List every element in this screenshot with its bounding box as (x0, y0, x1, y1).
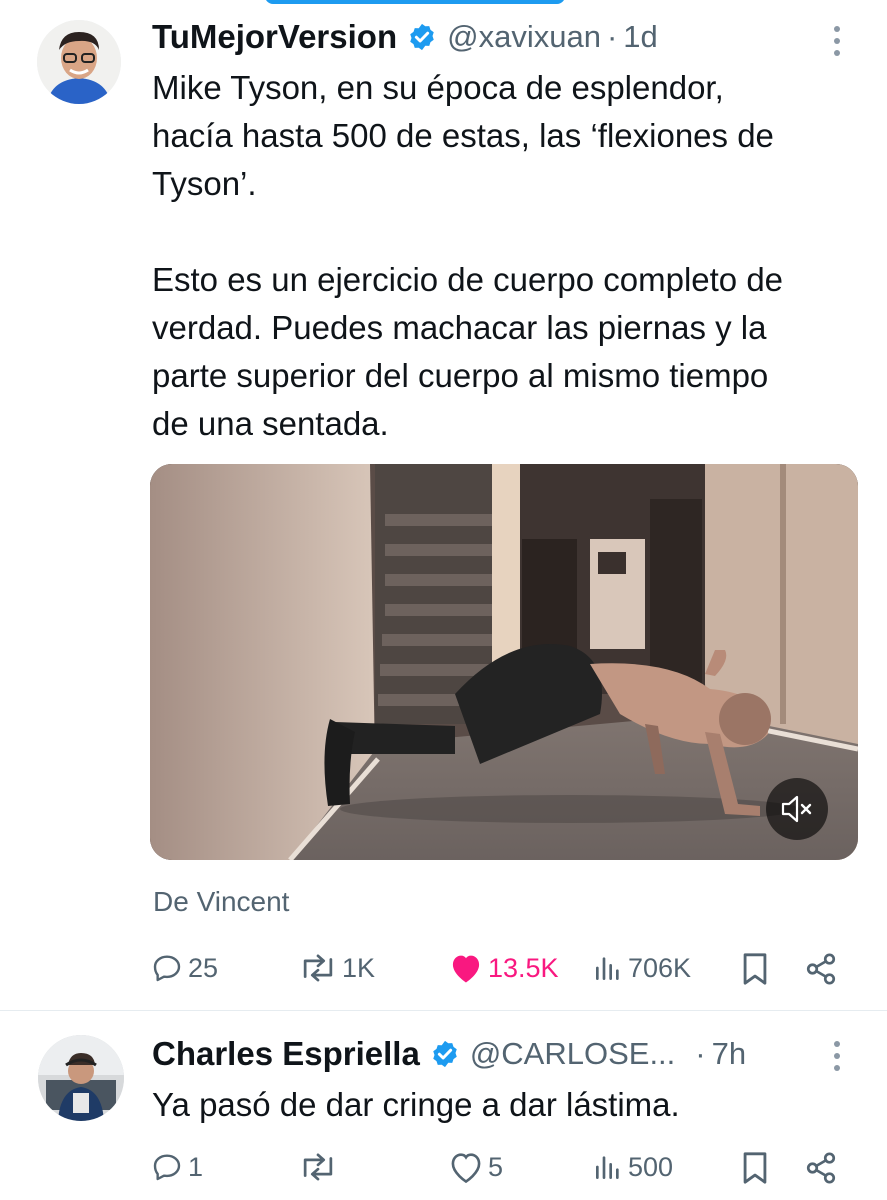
bookmark-button[interactable] (740, 1151, 770, 1185)
author-handle[interactable]: @xavixuan (447, 19, 601, 55)
repost-icon (303, 954, 333, 982)
more-options-icon[interactable] (834, 1041, 840, 1071)
repost-count: 1K (342, 952, 376, 983)
separator-dot: · (606, 19, 618, 54)
tweet-actions: 1 5 500 (0, 1151, 887, 1187)
share-icon (806, 1152, 836, 1184)
heart-icon (452, 955, 480, 983)
reply-count: 25 (188, 952, 219, 983)
video-player[interactable] (150, 464, 858, 860)
tweet-text: Ya pasó de dar cringe a dar lástima. (152, 1086, 680, 1123)
like-count: 5 (488, 1151, 504, 1182)
separator-dot: · (695, 1036, 706, 1071)
reply-icon (153, 1154, 181, 1181)
more-options-icon[interactable] (834, 26, 840, 56)
mute-icon (781, 795, 812, 823)
bookmark-icon (743, 953, 767, 985)
tweet-text-paragraph-2: Esto es un ejercicio de cuerpo completo … (152, 261, 784, 442)
tweet-main[interactable]: TuMejorVersion @xavixuan · 1d Mike Tyson… (0, 0, 887, 1010)
reply-count: 1 (188, 1151, 204, 1182)
like-button[interactable]: 5 (448, 1151, 503, 1183)
reply-button[interactable]: 25 (150, 952, 218, 984)
mute-toggle-button[interactable] (766, 778, 828, 840)
like-button[interactable]: 13.5K (448, 952, 559, 984)
author-handle[interactable]: @CARLOSE... (470, 1036, 675, 1072)
view-count: 500 (628, 1151, 674, 1182)
reply-icon (153, 955, 181, 982)
timestamp[interactable]: 7h (712, 1036, 746, 1072)
share-icon (806, 953, 836, 985)
repost-button[interactable]: 1K (298, 952, 375, 984)
like-count: 13.5K (488, 952, 559, 983)
author-name[interactable]: Charles Espriella (152, 1035, 420, 1073)
tweet-actions: 25 1K 13.5K 706K (0, 952, 887, 988)
heart-icon (451, 1153, 481, 1183)
video-frame (150, 464, 858, 860)
share-button[interactable] (804, 952, 838, 986)
media-attribution[interactable]: De Vincent (153, 886, 289, 918)
reply-button[interactable]: 1 (150, 1151, 203, 1183)
views-icon (596, 1156, 619, 1179)
avatar-portrait-icon (37, 20, 121, 104)
verified-badge-icon (410, 23, 434, 51)
timestamp[interactable]: 1d (623, 19, 657, 55)
repost-icon (303, 1153, 333, 1181)
verified-badge-icon (433, 1040, 457, 1068)
views-icon (596, 957, 619, 980)
avatar-portrait-icon (38, 1035, 124, 1121)
bookmark-button[interactable] (740, 952, 770, 986)
tweet-reply[interactable]: Charles Espriella @CARLOSE... · 7h Ya pa… (0, 1011, 887, 1200)
avatar[interactable] (38, 1035, 124, 1121)
author-name[interactable]: TuMejorVersion (152, 18, 397, 56)
views-button[interactable]: 706K (592, 952, 691, 984)
bookmark-icon (743, 1152, 767, 1184)
avatar[interactable] (37, 20, 121, 104)
tweet-text-paragraph-1: Mike Tyson, en su época de esplendor, ha… (152, 69, 774, 202)
views-button[interactable]: 500 (592, 1151, 673, 1183)
repost-button[interactable] (298, 1151, 342, 1183)
share-button[interactable] (804, 1151, 838, 1185)
view-count: 706K (628, 952, 692, 983)
